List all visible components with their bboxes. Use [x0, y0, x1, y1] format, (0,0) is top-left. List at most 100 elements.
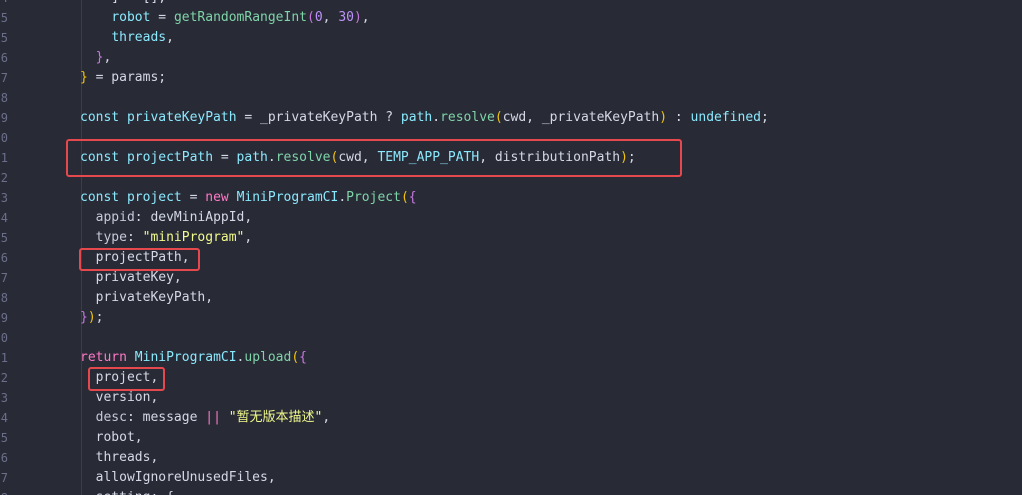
- code-text: desc: message || "暂无版本描述",: [80, 408, 331, 428]
- line-number: 2: [0, 171, 8, 185]
- code-token: allowIgnoreUnusedFiles,: [80, 470, 276, 485]
- highlight-projectpath-declaration: [66, 139, 682, 177]
- code-line[interactable]: 7 allowIgnoreUnusedFiles,: [0, 468, 1022, 488]
- code-token: =: [150, 10, 174, 25]
- code-text: privateKey,: [80, 268, 182, 288]
- code-text: robot,: [80, 428, 143, 448]
- code-token: }: [80, 310, 88, 325]
- code-token: = params;: [87, 70, 167, 85]
- code-token: 0: [314, 10, 323, 25]
- code-token: threads: [111, 30, 167, 45]
- code-text: threads,: [80, 28, 174, 48]
- code-text: setting: {: [80, 488, 174, 495]
- code-token: :: [126, 230, 143, 245]
- code-line[interactable]: 5 threads,: [0, 28, 1022, 48]
- code-token: ,: [322, 10, 339, 25]
- code-token: ;: [95, 310, 104, 325]
- line-number: 7: [0, 471, 8, 485]
- line-number: 8: [0, 91, 8, 105]
- code-line[interactable]: 6 },: [0, 48, 1022, 68]
- code-line[interactable]: 5 robot,: [0, 428, 1022, 448]
- code-line[interactable]: 5 robot = getRandomRangeInt(0, 30),: [0, 8, 1022, 28]
- code-line[interactable]: 6 threads,: [0, 448, 1022, 468]
- line-number: 5: [0, 231, 8, 245]
- line-number: 1: [0, 151, 8, 165]
- code-token: type: [95, 230, 127, 245]
- line-number: 9: [0, 111, 8, 125]
- code-text: appid: devMiniAppId,: [80, 208, 253, 228]
- code-text: type: "miniProgram",: [80, 228, 253, 248]
- highlight-project-property: [88, 367, 165, 391]
- code-token: MiniProgramCI: [134, 350, 237, 365]
- code-token: {: [299, 350, 307, 365]
- code-line[interactable]: 8: [0, 88, 1022, 108]
- code-token: (: [307, 10, 315, 25]
- code-line[interactable]: 4 appid: devMiniAppId,: [0, 208, 1022, 228]
- code-token: path: [400, 110, 433, 125]
- code-token: (: [400, 190, 409, 205]
- code-token: =: [181, 190, 206, 205]
- line-number: 2: [0, 371, 8, 385]
- code-token: .: [338, 190, 347, 205]
- code-line[interactable]: 5 type: "miniProgram",: [0, 228, 1022, 248]
- code-line[interactable]: 7 privateKey,: [0, 268, 1022, 288]
- code-token: MiniProgramCI: [236, 190, 339, 205]
- code-line[interactable]: 1 return MiniProgramCI.upload({: [0, 348, 1022, 368]
- code-text: ] = [],: [80, 0, 166, 8]
- code-text: return MiniProgramCI.upload({: [80, 348, 307, 368]
- line-number: 4: [0, 411, 8, 425]
- code-line[interactable]: 9});: [0, 308, 1022, 328]
- code-text: },: [80, 48, 112, 68]
- code-token: :: [667, 110, 691, 125]
- line-number: 7: [0, 271, 8, 285]
- code-token: project: [126, 190, 182, 205]
- code-token: "暂无版本描述": [228, 410, 323, 425]
- code-text: version,: [80, 388, 159, 408]
- code-token: robot: [111, 10, 151, 25]
- code-token: ,: [361, 10, 370, 25]
- code-line[interactable]: 4 ] = [],: [0, 0, 1022, 8]
- code-editor[interactable]: 4 ] = [],5 robot = getRandomRangeInt(0, …: [0, 0, 1022, 495]
- code-line[interactable]: 4 desc: message || "暂无版本描述",: [0, 408, 1022, 428]
- code-line[interactable]: 9 const privateKeyPath = _privateKeyPath …: [0, 108, 1022, 128]
- code-token: ,: [166, 30, 174, 45]
- line-number: 9: [0, 311, 8, 325]
- code-token: 30: [338, 10, 354, 25]
- code-token: upload: [244, 350, 292, 365]
- line-number: 1: [0, 351, 8, 365]
- line-number: 5: [0, 11, 8, 25]
- code-token: privateKeyPath: [126, 110, 237, 125]
- code-line[interactable]: 8 privateKeyPath,: [0, 288, 1022, 308]
- code-line[interactable]: 3 version,: [0, 388, 1022, 408]
- code-token: const: [80, 110, 120, 125]
- code-token: "miniProgram": [142, 230, 245, 245]
- line-number: 5: [0, 431, 8, 445]
- code-line[interactable]: 3 const project = new MiniProgramCI.Proje…: [0, 188, 1022, 208]
- line-number: 0: [0, 131, 8, 145]
- code-token: ] = [],: [80, 0, 166, 5]
- code-text: threads,: [80, 448, 159, 468]
- code-token: version,: [80, 390, 159, 405]
- code-token: undefined: [690, 110, 761, 125]
- code-line[interactable]: 8 setting: {: [0, 488, 1022, 495]
- code-text: const project = new MiniProgramCI.Projec…: [80, 188, 417, 208]
- code-line[interactable]: 7} = params;: [0, 68, 1022, 88]
- code-line[interactable]: 0: [0, 328, 1022, 348]
- code-token: ): [353, 10, 362, 25]
- code-token: .: [432, 110, 441, 125]
- code-text: robot = getRandomRangeInt(0, 30),: [80, 8, 370, 28]
- code-token: }: [80, 70, 88, 85]
- code-token: desc: [95, 410, 127, 425]
- highlight-projectpath-property: [79, 248, 200, 271]
- line-number: 7: [0, 71, 8, 85]
